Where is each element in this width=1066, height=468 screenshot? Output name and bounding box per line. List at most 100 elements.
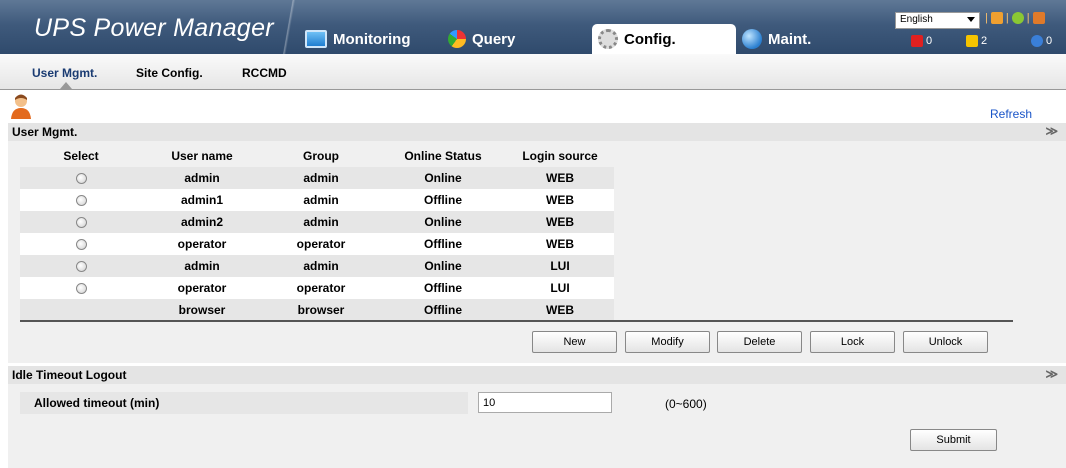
table-row[interactable]: admin2 admin Online WEB (20, 211, 614, 233)
cell-online-status: Offline (380, 189, 506, 211)
warning-alarm-icon (966, 35, 978, 47)
language-value: English (900, 14, 933, 25)
row-select-cell (20, 255, 142, 277)
delete-button[interactable]: Delete (717, 331, 802, 353)
cell-online-status: Online (380, 167, 506, 189)
col-user-name: User name (142, 145, 262, 167)
row-select-radio[interactable] (75, 239, 87, 251)
globe-icon (742, 29, 762, 49)
table-row[interactable]: browser browser Offline WEB (20, 299, 614, 321)
cell-group: admin (262, 211, 380, 233)
cell-group: browser (262, 299, 380, 321)
tab-monitoring[interactable]: Monitoring (305, 24, 410, 54)
monitor-icon (305, 30, 327, 48)
tab-config[interactable]: Config. (592, 24, 736, 54)
subnav-site-config[interactable]: Site Config. (136, 66, 203, 80)
cell-user-name: admin1 (142, 189, 262, 211)
sub-navigation: User Mgmt. Site Config. RCCMD (0, 54, 1066, 90)
chevron-down-icon (967, 17, 975, 22)
cell-login-source: LUI (506, 277, 614, 299)
row-select-cell (20, 299, 142, 321)
col-select: Select (20, 145, 142, 167)
table-row[interactable]: admin admin Online LUI (20, 255, 614, 277)
cell-group: operator (262, 277, 380, 299)
col-login-source: Login source (506, 145, 614, 167)
cell-login-source: WEB (506, 167, 614, 189)
subnav-rccmd[interactable]: RCCMD (242, 66, 287, 80)
row-select-radio[interactable] (75, 217, 87, 229)
cell-user-name: admin2 (142, 211, 262, 233)
modify-button[interactable]: Modify (625, 331, 710, 353)
cell-group: admin (262, 189, 380, 211)
tab-maint-label: Maint. (768, 30, 812, 48)
app-title: UPS Power Manager (34, 14, 274, 42)
table-header-row: Select User name Group Online Status Log… (20, 145, 614, 167)
cell-group: operator (262, 233, 380, 255)
submit-button[interactable]: Submit (910, 429, 997, 451)
info-alarm-count: 0 (1046, 35, 1053, 47)
cell-login-source: WEB (506, 233, 614, 255)
critical-alarm-count: 0 (926, 35, 933, 47)
logout-icon[interactable] (1032, 12, 1045, 24)
critical-alarm[interactable]: 0 (911, 35, 932, 47)
idle-timeout-section-header: Idle Timeout Logout ≫ (8, 366, 1066, 384)
row-select-cell (20, 189, 142, 211)
row-select-cell (20, 233, 142, 255)
active-subnav-indicator (60, 82, 72, 89)
refresh-link[interactable]: Refresh (990, 107, 1032, 121)
user-table: Select User name Group Online Status Log… (20, 145, 614, 321)
table-row[interactable]: admin1 admin Offline WEB (20, 189, 614, 211)
row-select-radio[interactable] (75, 173, 87, 185)
row-select-radio[interactable] (75, 261, 87, 273)
cell-online-status: Online (380, 211, 506, 233)
user-mgmt-section-title: User Mgmt. (12, 125, 78, 139)
tab-maint[interactable]: Maint. (742, 24, 811, 54)
cell-group: admin (262, 167, 380, 189)
cell-user-name: admin (142, 167, 262, 189)
unlock-button[interactable]: Unlock (903, 331, 988, 353)
collapse-icon[interactable]: ≫ (1045, 367, 1058, 381)
pie-chart-icon (448, 30, 466, 48)
info-alarm-icon (1031, 35, 1043, 47)
row-select-cell (20, 277, 142, 299)
cell-login-source: LUI (506, 255, 614, 277)
user-icon[interactable] (990, 12, 1003, 24)
cell-user-name: operator (142, 277, 262, 299)
cell-online-status: Offline (380, 299, 506, 321)
tab-query[interactable]: Query (448, 24, 515, 54)
new-button[interactable]: New (532, 331, 617, 353)
timeout-range-hint: (0~600) (665, 397, 707, 411)
top-header: UPS Power Manager Monitoring Query Confi… (0, 0, 1066, 54)
info-alarm[interactable]: 0 (1031, 35, 1052, 47)
table-row[interactable]: admin admin Online WEB (20, 167, 614, 189)
idle-timeout-section-title: Idle Timeout Logout (12, 368, 127, 382)
tab-config-label: Config. (624, 30, 676, 48)
cell-online-status: Offline (380, 233, 506, 255)
cell-login-source: WEB (506, 189, 614, 211)
language-select[interactable]: English (895, 12, 980, 29)
col-group: Group (262, 145, 380, 167)
critical-alarm-icon (911, 35, 923, 47)
cell-user-name: operator (142, 233, 262, 255)
warning-alarm[interactable]: 2 (966, 35, 987, 47)
subnav-user-mgmt[interactable]: User Mgmt. (32, 66, 97, 80)
table-divider (20, 320, 1013, 322)
table-row[interactable]: operator operator Offline LUI (20, 277, 614, 299)
col-online-status: Online Status (380, 145, 506, 167)
header-divider (278, 0, 300, 54)
cell-group: admin (262, 255, 380, 277)
table-row[interactable]: operator operator Offline WEB (20, 233, 614, 255)
row-select-cell (20, 167, 142, 189)
allowed-timeout-input[interactable] (478, 392, 612, 413)
row-select-radio[interactable] (75, 283, 87, 295)
top-utility-icons: | | | (985, 12, 1045, 24)
row-select-radio[interactable] (75, 195, 87, 207)
collapse-icon[interactable]: ≫ (1045, 124, 1058, 138)
cell-online-status: Offline (380, 277, 506, 299)
tab-monitoring-label: Monitoring (333, 30, 411, 48)
help-icon[interactable] (1011, 12, 1024, 24)
user-mgmt-section-header: User Mgmt. ≫ (8, 123, 1066, 141)
lock-button[interactable]: Lock (810, 331, 895, 353)
allowed-timeout-label: Allowed timeout (min) (20, 392, 468, 414)
cell-login-source: WEB (506, 211, 614, 233)
